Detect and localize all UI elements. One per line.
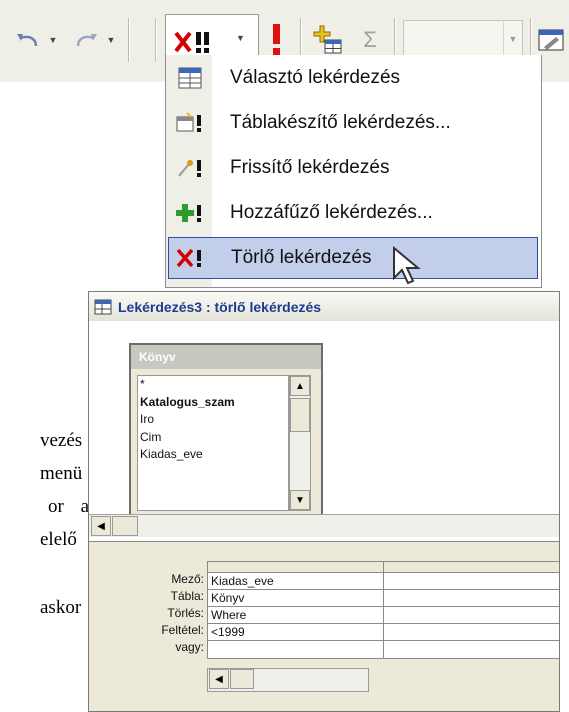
chevron-down-icon[interactable]: ▼	[503, 21, 522, 57]
background-text-line: vezés	[40, 430, 83, 451]
grid-row-label: Feltétel:	[161, 623, 204, 637]
toolbar-separator	[155, 18, 157, 62]
query-type-menu: Választó lekérdezés Táblakészítő lekérde…	[165, 55, 542, 288]
menu-item-label: Hozzáfűző lekérdezés...	[230, 202, 433, 223]
make-table-query-icon	[168, 111, 212, 135]
redo-dropdown-arrow[interactable]: ▼	[104, 32, 118, 48]
grid-column: Kiadas_eve Könyv Where <1999	[207, 561, 384, 659]
column-selector[interactable]	[208, 562, 383, 573]
delete-query-icon	[169, 246, 213, 270]
scroll-down-icon[interactable]: ▼	[290, 490, 310, 510]
select-query-icon	[168, 66, 212, 90]
table-name-label: Könyv	[139, 350, 176, 364]
design-grid-scrollbar[interactable]: ◀	[207, 668, 369, 692]
scroll-thumb[interactable]	[112, 516, 138, 536]
query-window-icon	[94, 299, 112, 314]
grid-column	[383, 561, 559, 659]
menu-item-label: Táblakészítő lekérdezés...	[230, 112, 451, 133]
column-selector[interactable]	[384, 562, 559, 573]
field-item[interactable]: Cim	[138, 429, 288, 447]
field-list: * Katalogus_szam Iro Cim Kiadas_eve	[137, 375, 289, 511]
menu-item-label: Törlő lekérdezés	[231, 247, 372, 268]
query-design-window: Lekérdezés3 : törlő lekérdezés Könyv * K…	[88, 291, 560, 712]
background-text-line: or a	[48, 496, 90, 517]
toolbar-separator	[128, 18, 130, 62]
show-table-icon	[313, 25, 342, 54]
undo-icon	[17, 34, 38, 47]
scroll-left-icon[interactable]: ◀	[209, 669, 229, 689]
run-exclamation-icon	[273, 24, 280, 55]
totals-button[interactable]: Σ	[352, 22, 388, 58]
menu-item-make-table-query[interactable]: Táblakészítő lekérdezés...	[168, 102, 538, 144]
grid-row-label: vagy:	[175, 640, 204, 654]
menu-item-label: Frissítő lekérdezés	[230, 157, 390, 178]
field-list-scrollbar[interactable]: ▲ ▼	[289, 375, 311, 511]
table-name[interactable]: Könyv	[131, 345, 321, 369]
sigma-icon: Σ	[363, 27, 377, 52]
scroll-thumb[interactable]	[230, 669, 254, 689]
background-text-line: elelő	[40, 529, 77, 550]
field-item[interactable]: Iro	[138, 411, 288, 429]
grid-cell-or[interactable]	[208, 641, 383, 658]
menu-item-append-query[interactable]: Hozzáfűző lekérdezés...	[168, 192, 538, 234]
undo-dropdown-arrow[interactable]: ▼	[46, 32, 60, 48]
grid-cell-criteria[interactable]	[384, 624, 559, 641]
table-pane: Könyv * Katalogus_szam Iro Cim Kiadas_ev…	[89, 321, 559, 541]
mouse-cursor-icon	[393, 246, 421, 285]
scroll-up-icon[interactable]: ▲	[290, 376, 310, 396]
grid-cell-delete[interactable]: Where	[208, 607, 383, 624]
menu-item-select-query[interactable]: Választó lekérdezés	[168, 57, 538, 99]
properties-icon	[538, 29, 564, 51]
grid-cell-criteria[interactable]: <1999	[208, 624, 383, 641]
grid-row-label: Tábla:	[170, 589, 204, 603]
scroll-thumb[interactable]	[290, 398, 310, 432]
grid-cell-field[interactable]: Kiadas_eve	[208, 573, 383, 590]
update-query-icon	[168, 156, 212, 180]
show-table-button[interactable]	[308, 20, 348, 60]
top-values-combo[interactable]: ▼	[403, 20, 523, 58]
background-text-line: askor	[40, 597, 82, 618]
window-title-bar[interactable]: Lekérdezés3 : törlő lekérdezés	[89, 292, 559, 322]
table-pane-scrollbar[interactable]: ◀	[89, 514, 559, 537]
background-text-line: menü	[40, 463, 83, 484]
menu-item-update-query[interactable]: Frissítő lekérdezés	[168, 147, 538, 189]
design-grid-pane: Mező: Tábla: Törlés: Feltétel: vagy: Kia…	[89, 551, 559, 711]
grid-cell-or[interactable]	[384, 641, 559, 658]
grid-cell-field[interactable]	[384, 573, 559, 590]
menu-item-label: Választó lekérdezés	[230, 67, 401, 88]
redo-icon	[76, 34, 97, 47]
query-type-dropdown-arrow[interactable]: ▼	[236, 33, 245, 43]
undo-button[interactable]	[10, 26, 46, 54]
append-query-icon	[168, 201, 212, 225]
window-title: Lekérdezés3 : törlő lekérdezés	[118, 298, 322, 315]
grid-cell-table[interactable]: Könyv	[208, 590, 383, 607]
redo-button[interactable]	[68, 26, 104, 54]
menu-item-delete-query[interactable]: Törlő lekérdezés	[168, 237, 538, 279]
field-item[interactable]: Katalogus_szam	[138, 394, 288, 412]
grid-row-label: Mező:	[171, 572, 204, 586]
properties-button[interactable]	[536, 22, 569, 58]
grid-cell-delete[interactable]	[384, 607, 559, 624]
delete-query-icon	[174, 31, 209, 53]
table-field-list-box[interactable]: Könyv * Katalogus_szam Iro Cim Kiadas_ev…	[129, 343, 323, 517]
scroll-left-icon[interactable]: ◀	[91, 516, 111, 536]
field-item[interactable]: *	[138, 376, 288, 394]
field-item[interactable]: Kiadas_eve	[138, 446, 288, 464]
run-button[interactable]	[258, 18, 294, 60]
grid-cell-table[interactable]	[384, 590, 559, 607]
grid-row-label: Törlés:	[167, 606, 204, 620]
